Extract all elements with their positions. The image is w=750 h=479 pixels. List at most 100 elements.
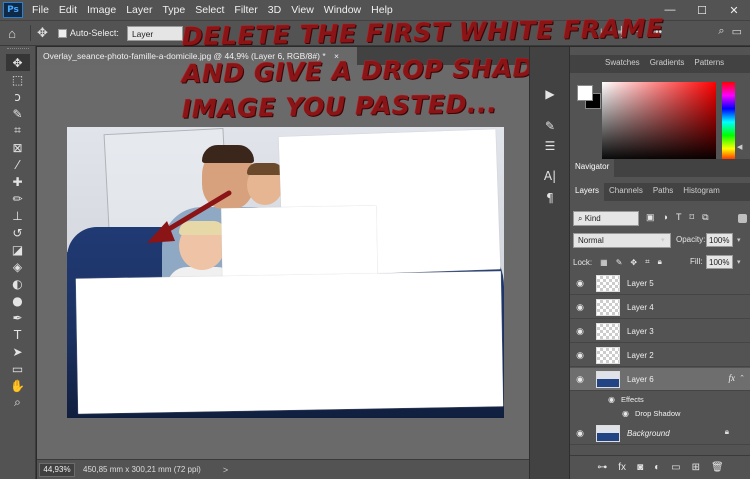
add-layer-style-icon[interactable]: fx — [618, 462, 626, 473]
tab-layers[interactable]: Layers — [570, 183, 605, 201]
maximize-button[interactable]: ☐ — [686, 4, 718, 17]
menu-filter[interactable]: Filter — [229, 4, 262, 16]
eye-icon[interactable]: ◉ — [570, 428, 590, 439]
layer-row[interactable]: ◉ Layer 4 — [570, 296, 750, 319]
saturation-value-field[interactable] — [602, 82, 716, 162]
lock-all-icon[interactable]: 🔒︎ — [658, 257, 662, 267]
adjustment-layer-icon[interactable]: ◐ — [654, 462, 660, 473]
shape-filter-icon[interactable]: ⌑ — [689, 212, 694, 223]
filter-toggle-switch[interactable] — [738, 214, 747, 223]
fx-icon[interactable]: fx — [729, 373, 736, 383]
type-tool-icon[interactable]: T — [6, 326, 30, 343]
canvas-area[interactable] — [37, 65, 529, 459]
pen-tool-icon[interactable]: ✒ — [6, 309, 30, 326]
zoom-tool-icon[interactable]: ⌕ — [6, 394, 30, 411]
new-layer-icon[interactable]: ⊞ — [692, 462, 700, 473]
menu-image[interactable]: Image — [82, 4, 121, 16]
eye-icon[interactable]: ◉ — [608, 395, 615, 404]
add-mask-icon[interactable]: ◙ — [637, 462, 643, 473]
brush-settings-icon[interactable]: ✎ — [540, 117, 560, 135]
layer-row[interactable]: ◉ Layer 3 — [570, 320, 750, 343]
marquee-tool-icon[interactable]: ⬚ — [6, 71, 30, 88]
menu-window[interactable]: Window — [319, 4, 366, 16]
lock-pixels-icon[interactable]: ✎ — [616, 258, 623, 267]
lock-transparency-icon[interactable]: ▦ — [600, 258, 608, 267]
delete-layer-icon[interactable]: 🗑︎ — [711, 462, 724, 473]
status-menu-arrow[interactable]: > — [223, 465, 228, 475]
eraser-tool-icon[interactable]: ◪ — [6, 241, 30, 258]
adjustments-icon[interactable]: ☰ — [540, 137, 560, 155]
quick-selection-tool-icon[interactable]: ✎ — [6, 105, 30, 122]
home-icon[interactable]: ⌂ — [0, 26, 24, 41]
fill-field[interactable]: 100% — [706, 255, 733, 269]
tab-patterns[interactable]: Patterns — [689, 55, 729, 73]
lock-position-icon[interactable]: ✥ — [630, 258, 637, 267]
link-layers-icon[interactable]: ⊶ — [597, 462, 607, 473]
menu-file[interactable]: File — [27, 4, 54, 16]
play-icon[interactable]: ▶ — [540, 85, 560, 103]
smart-object-filter-icon[interactable]: ⧉ — [702, 212, 708, 223]
layer-row[interactable]: ◉ Layer 5 — [570, 272, 750, 295]
effects-group-row[interactable]: ◉ Effects — [570, 392, 750, 406]
close-window-button[interactable]: ✕ — [718, 4, 750, 17]
tab-histogram[interactable]: Histogram — [678, 183, 724, 201]
layer-row-background[interactable]: ◉ Background 🔒︎ — [570, 422, 750, 445]
menu-edit[interactable]: Edit — [54, 4, 82, 16]
menu-view[interactable]: View — [286, 4, 319, 16]
auto-select-target-dropdown[interactable]: Layer — [126, 25, 183, 41]
clone-stamp-tool-icon[interactable]: ⊥ — [6, 207, 30, 224]
lock-artboard-icon[interactable]: ⌗ — [645, 257, 650, 267]
blend-mode-dropdown[interactable]: Normal — [573, 233, 671, 248]
move-tool-preset-icon[interactable]: ✥ — [37, 25, 48, 41]
move-tool-icon[interactable]: ✥ — [5, 54, 30, 71]
menu-3d[interactable]: 3D — [263, 4, 286, 16]
eye-icon[interactable]: ◉ — [570, 374, 590, 385]
path-selection-tool-icon[interactable]: ➤ — [6, 343, 30, 360]
eye-icon[interactable]: ◉ — [570, 278, 590, 289]
eye-icon[interactable]: ◉ — [570, 350, 590, 361]
new-group-icon[interactable]: ▭ — [671, 462, 680, 473]
search-icon[interactable]: ⌕ — [718, 25, 724, 38]
fill-chevron-icon[interactable]: ▾ — [737, 258, 741, 266]
tab-channels[interactable]: Channels — [604, 183, 648, 201]
crop-tool-icon[interactable]: ⌗ — [6, 122, 30, 139]
menu-type[interactable]: Type — [157, 4, 190, 16]
menu-layer[interactable]: Layer — [121, 4, 157, 16]
foreground-color-swatch[interactable] — [577, 85, 593, 101]
layer-row[interactable]: ◉ Layer 2 — [570, 344, 750, 367]
tab-navigator[interactable]: Navigator — [570, 159, 615, 177]
type-filter-icon[interactable]: T — [676, 212, 682, 223]
opacity-chevron-icon[interactable]: ▾ — [737, 236, 741, 244]
layer-row-selected[interactable]: ◉ Layer 6 fx ⌃ — [570, 368, 750, 391]
blur-tool-icon[interactable]: ◐ — [6, 275, 30, 292]
eye-icon[interactable]: ◉ — [570, 302, 590, 313]
tab-swatches[interactable]: Swatches — [600, 55, 645, 73]
auto-select-checkbox[interactable] — [57, 28, 67, 38]
pixel-filter-icon[interactable]: ▣ — [646, 212, 655, 223]
collapse-effects-icon[interactable]: ⌃ — [739, 374, 745, 382]
tab-paths[interactable]: Paths — [648, 183, 678, 201]
adjustment-filter-icon[interactable]: ◑ — [663, 212, 668, 223]
tab-gradients[interactable]: Gradients — [645, 55, 690, 73]
eyedropper-tool-icon[interactable]: ⁄ — [6, 156, 30, 173]
eye-icon[interactable]: ◉ — [570, 326, 590, 337]
paint-bucket-tool-icon[interactable]: ◈ — [6, 258, 30, 275]
paragraph-panel-icon[interactable]: ¶ — [540, 189, 560, 207]
menu-help[interactable]: Help — [366, 4, 398, 16]
document-canvas[interactable] — [67, 127, 504, 418]
menu-select[interactable]: Select — [190, 4, 229, 16]
hue-slider[interactable] — [722, 82, 735, 162]
layer-filter-kind-dropdown[interactable]: ⌕ Kind — [573, 211, 639, 226]
brush-tool-icon[interactable]: ✏ — [6, 190, 30, 207]
eye-icon[interactable]: ◉ — [622, 409, 629, 418]
history-brush-tool-icon[interactable]: ↺ — [6, 224, 30, 241]
lasso-tool-icon[interactable]: ↄ — [6, 88, 30, 105]
dodge-tool-icon[interactable]: ● — [6, 292, 30, 309]
frame-tool-icon[interactable]: ⊠ — [6, 139, 30, 156]
character-panel-icon[interactable]: A| — [540, 167, 560, 185]
zoom-level-field[interactable]: 44,93% — [39, 462, 75, 477]
healing-brush-tool-icon[interactable]: ✚ — [6, 173, 30, 190]
rectangle-tool-icon[interactable]: ▭ — [6, 360, 30, 377]
workspace-icon[interactable]: ▭ — [732, 25, 742, 38]
hand-tool-icon[interactable]: ✋ — [6, 377, 30, 394]
